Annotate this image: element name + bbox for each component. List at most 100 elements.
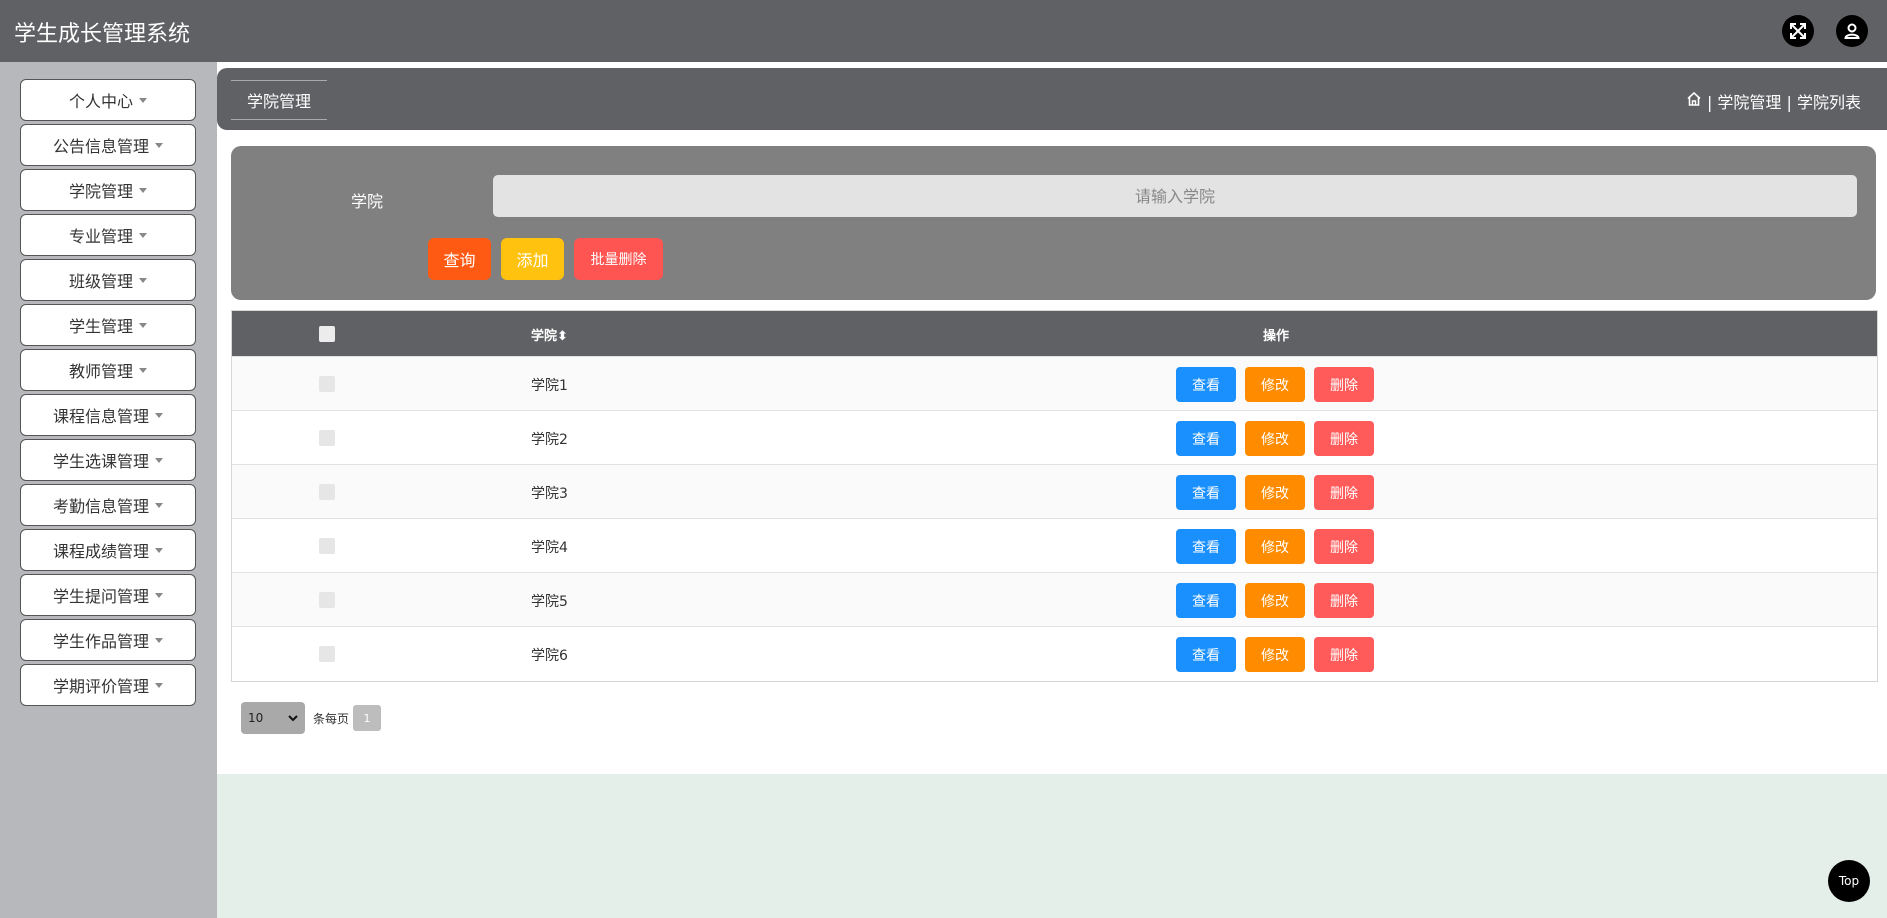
delete-button[interactable]: 删除 bbox=[1314, 421, 1374, 456]
sidebar-item-label: 学生作品管理 bbox=[52, 632, 149, 651]
column-header-college[interactable]: 学院⬍ bbox=[531, 325, 568, 344]
sidebar-item-questions[interactable]: 学生提问管理 bbox=[20, 574, 196, 616]
pagination: 10 条每页 1 bbox=[241, 702, 382, 734]
table-row: 学院5 查看 修改 删除 bbox=[232, 572, 1877, 627]
select-all-checkbox[interactable] bbox=[319, 326, 335, 342]
edit-button[interactable]: 修改 bbox=[1245, 475, 1305, 510]
sidebar-item-label: 学期评价管理 bbox=[52, 677, 149, 696]
caret-down-icon bbox=[155, 457, 163, 463]
cell-college-name: 学院4 bbox=[531, 540, 568, 556]
fullscreen-icon[interactable] bbox=[1782, 15, 1814, 47]
caret-down-icon bbox=[139, 232, 147, 238]
back-to-top-button[interactable]: Top bbox=[1828, 860, 1870, 902]
breadcrumb: | 学院管理 | 学院列表 bbox=[1686, 89, 1861, 113]
tab-college-management[interactable]: 学院管理 bbox=[231, 80, 327, 120]
college-search-input[interactable] bbox=[493, 175, 1857, 217]
view-button[interactable]: 查看 bbox=[1176, 475, 1236, 510]
home-icon[interactable] bbox=[1686, 91, 1702, 111]
edit-button[interactable]: 修改 bbox=[1245, 367, 1305, 402]
batch-delete-button[interactable]: 批量删除 bbox=[574, 238, 663, 280]
sidebar-item-label: 学院管理 bbox=[68, 182, 133, 201]
sidebar-item-courses[interactable]: 课程信息管理 bbox=[20, 394, 196, 436]
caret-down-icon bbox=[139, 322, 147, 328]
edit-button[interactable]: 修改 bbox=[1245, 421, 1305, 456]
caret-down-icon bbox=[155, 592, 163, 598]
cell-college-name: 学院3 bbox=[531, 486, 568, 502]
caret-down-icon bbox=[155, 412, 163, 418]
delete-button[interactable]: 删除 bbox=[1314, 637, 1374, 672]
delete-button[interactable]: 删除 bbox=[1314, 529, 1374, 564]
page-size-select[interactable]: 10 bbox=[241, 702, 305, 734]
caret-down-icon bbox=[139, 97, 147, 103]
per-page-label: 条每页 bbox=[313, 711, 350, 726]
table-header: 学院⬍ 操作 bbox=[232, 311, 1877, 356]
row-checkbox[interactable] bbox=[319, 484, 335, 500]
table-row: 学院1 查看 修改 删除 bbox=[232, 356, 1877, 411]
sidebar-item-colleges[interactable]: 学院管理 bbox=[20, 169, 196, 211]
chevron-down-icon bbox=[288, 711, 298, 725]
cell-college-name: 学院1 bbox=[531, 378, 568, 394]
sidebar-item-label: 课程信息管理 bbox=[52, 407, 149, 426]
sidebar-item-classes[interactable]: 班级管理 bbox=[20, 259, 196, 301]
caret-down-icon bbox=[139, 187, 147, 193]
column-header-actions: 操作 bbox=[1263, 329, 1290, 344]
row-checkbox[interactable] bbox=[319, 376, 335, 392]
college-table: 学院⬍ 操作 学院1 查看 修改 删除 学院2 查看 修改 删除 学院3 查看 … bbox=[231, 310, 1878, 682]
sidebar-item-teachers[interactable]: 教师管理 bbox=[20, 349, 196, 391]
caret-down-icon bbox=[139, 367, 147, 373]
sidebar-item-works[interactable]: 学生作品管理 bbox=[20, 619, 196, 661]
delete-button[interactable]: 删除 bbox=[1314, 475, 1374, 510]
sidebar-item-label: 教师管理 bbox=[68, 362, 133, 381]
add-button[interactable]: 添加 bbox=[501, 238, 564, 280]
query-button[interactable]: 查询 bbox=[428, 238, 491, 280]
table-row: 学院4 查看 修改 删除 bbox=[232, 518, 1877, 573]
sidebar-item-label: 公告信息管理 bbox=[52, 137, 149, 156]
view-button[interactable]: 查看 bbox=[1176, 367, 1236, 402]
sidebar-item-grades[interactable]: 课程成绩管理 bbox=[20, 529, 196, 571]
top-bar: 学生成长管理系统 bbox=[0, 0, 1887, 62]
edit-button[interactable]: 修改 bbox=[1245, 637, 1305, 672]
sidebar-item-label: 学生提问管理 bbox=[52, 587, 149, 606]
breadcrumb-bar: 学院管理 | 学院管理 | 学院列表 bbox=[217, 68, 1887, 130]
cell-college-name: 学院5 bbox=[531, 594, 568, 610]
sidebar-item-evaluations[interactable]: 学期评价管理 bbox=[20, 664, 196, 706]
sidebar-item-label: 学生管理 bbox=[68, 317, 133, 336]
row-checkbox[interactable] bbox=[319, 430, 335, 446]
delete-button[interactable]: 删除 bbox=[1314, 367, 1374, 402]
breadcrumb-path: | 学院管理 | 学院列表 bbox=[1706, 93, 1861, 112]
sort-icon[interactable]: ⬍ bbox=[557, 329, 568, 344]
page-number-button[interactable]: 1 bbox=[353, 705, 382, 731]
view-button[interactable]: 查看 bbox=[1176, 529, 1236, 564]
row-checkbox[interactable] bbox=[319, 646, 335, 662]
sidebar-item-label: 学生选课管理 bbox=[52, 452, 149, 471]
sidebar-item-course-selection[interactable]: 学生选课管理 bbox=[20, 439, 196, 481]
view-button[interactable]: 查看 bbox=[1176, 583, 1236, 618]
sidebar-item-attendance[interactable]: 考勤信息管理 bbox=[20, 484, 196, 526]
caret-down-icon bbox=[155, 547, 163, 553]
cell-college-name: 学院6 bbox=[531, 648, 568, 664]
search-label: 学院 bbox=[351, 192, 384, 211]
edit-button[interactable]: 修改 bbox=[1245, 529, 1305, 564]
table-row: 学院3 查看 修改 删除 bbox=[232, 464, 1877, 519]
sidebar-item-personal-center[interactable]: 个人中心 bbox=[20, 79, 196, 121]
sidebar-item-label: 班级管理 bbox=[68, 272, 133, 291]
sidebar-item-label: 课程成绩管理 bbox=[52, 542, 149, 561]
row-checkbox[interactable] bbox=[319, 592, 335, 608]
caret-down-icon bbox=[155, 502, 163, 508]
table-row: 学院2 查看 修改 删除 bbox=[232, 410, 1877, 465]
user-icon[interactable] bbox=[1836, 15, 1868, 47]
view-button[interactable]: 查看 bbox=[1176, 421, 1236, 456]
sidebar-item-majors[interactable]: 专业管理 bbox=[20, 214, 196, 256]
sidebar-item-label: 个人中心 bbox=[68, 92, 133, 111]
search-panel: 学院 查询 添加 批量删除 bbox=[231, 146, 1876, 300]
edit-button[interactable]: 修改 bbox=[1245, 583, 1305, 618]
sidebar: 个人中心 公告信息管理 学院管理 专业管理 班级管理 学生管理 教师管理 课程信… bbox=[0, 62, 217, 918]
sidebar-item-announcements[interactable]: 公告信息管理 bbox=[20, 124, 196, 166]
caret-down-icon bbox=[139, 277, 147, 283]
delete-button[interactable]: 删除 bbox=[1314, 583, 1374, 618]
view-button[interactable]: 查看 bbox=[1176, 637, 1236, 672]
page-size-value: 10 bbox=[248, 711, 264, 725]
row-checkbox[interactable] bbox=[319, 538, 335, 554]
cell-college-name: 学院2 bbox=[531, 432, 568, 448]
sidebar-item-students[interactable]: 学生管理 bbox=[20, 304, 196, 346]
